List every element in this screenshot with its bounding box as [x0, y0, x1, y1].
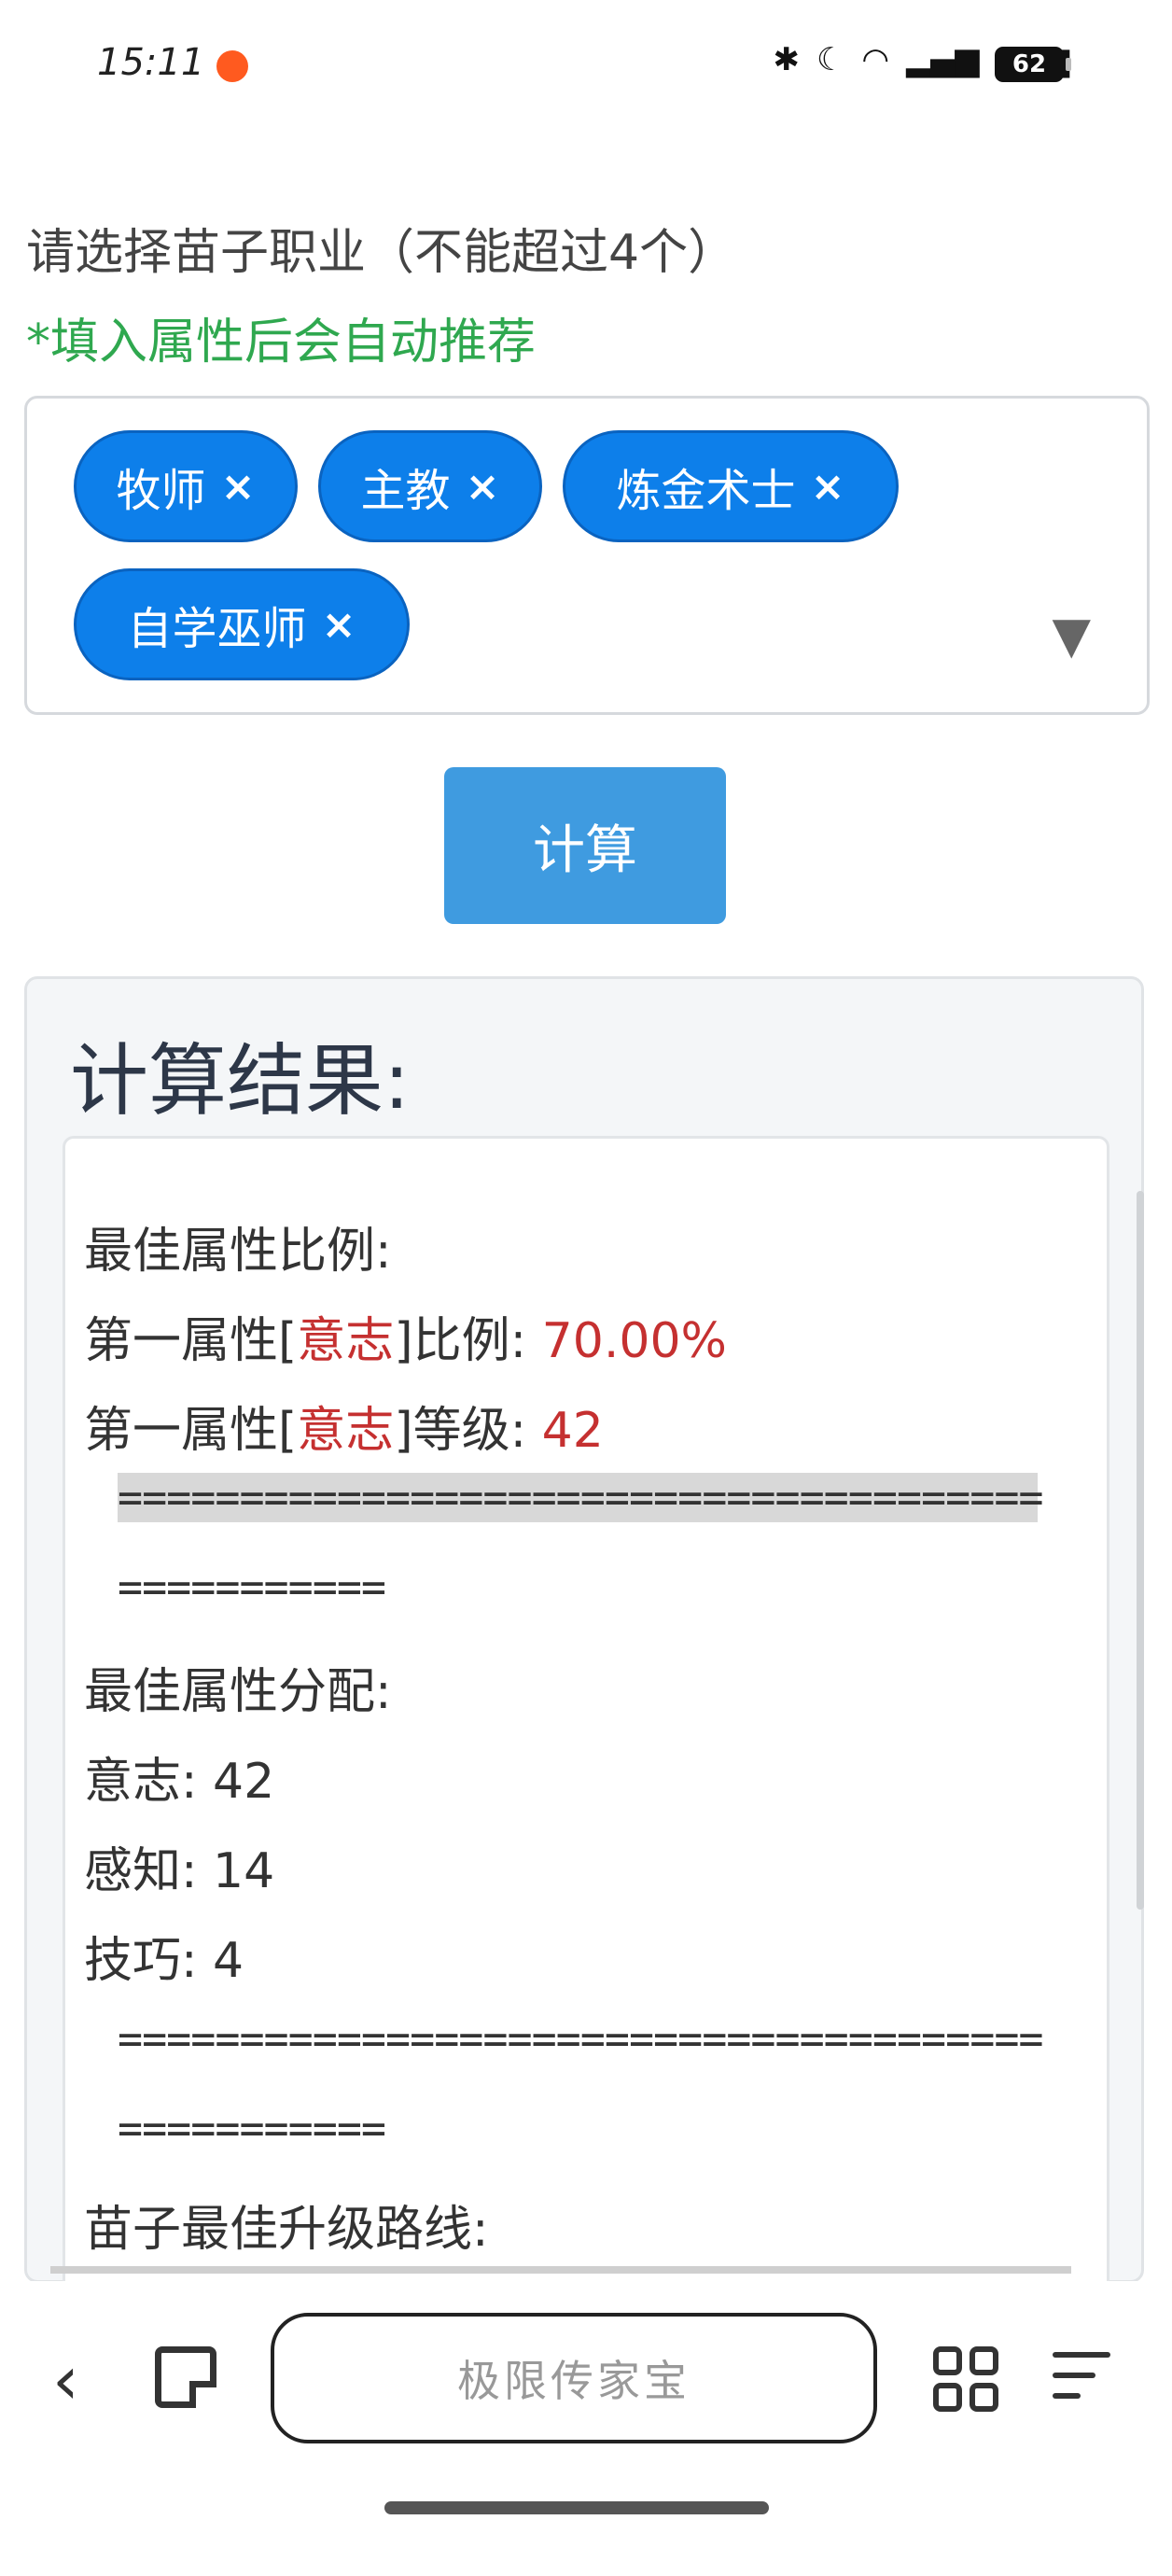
notification-app-icon — [216, 50, 248, 82]
separator-line: =========== — [118, 1562, 386, 1612]
tabs-icon[interactable] — [155, 2346, 216, 2408]
job-chip[interactable]: 牧师 × — [74, 430, 298, 542]
wifi-icon: ◠ — [861, 41, 890, 78]
best-ratio-label: 最佳属性比例: — [84, 1224, 392, 1280]
result-title: 计算结果: — [70, 1035, 411, 1127]
remove-chip-icon[interactable]: × — [466, 463, 500, 511]
job-chip-label: 炼金术士 — [616, 465, 796, 517]
home-indicator[interactable] — [384, 2501, 769, 2514]
remove-chip-icon[interactable]: × — [811, 463, 845, 511]
job-chip-label: 主教 — [360, 465, 451, 517]
auto-recommend-hint: *填入属性后会自动推荐 — [26, 315, 537, 371]
bluetooth-icon: ✱ — [773, 41, 800, 78]
primary-ratio-line: 第一属性[意志]比例: 70.00% — [84, 1313, 727, 1369]
remove-chip-icon[interactable]: × — [322, 601, 356, 649]
primary-attr-name: 意志 — [297, 1313, 395, 1369]
job-chip[interactable]: 主教 × — [318, 430, 542, 542]
primary-level-line: 第一属性[意志]等级: 42 — [84, 1403, 604, 1459]
separator-line: ====================================== — [118, 1473, 1044, 1522]
job-multiselect[interactable]: 牧师 × 主教 × 炼金术士 × 自学巫师 × ▼ — [24, 396, 1150, 715]
status-bar: 15:11 ✱ ☾ ◠ ▂▄▆ ▂▄▆ 62 — [0, 0, 1172, 131]
separator-line: ====================================== — [118, 2014, 1044, 2064]
back-icon[interactable]: ‹ — [52, 2341, 79, 2419]
best-alloc-label: 最佳属性分配: — [84, 1664, 392, 1720]
scrollbar[interactable] — [1137, 1191, 1144, 1910]
upgrade-route-label: 苗子最佳升级路线: — [84, 2202, 489, 2258]
alloc-item: 技巧: 4 — [84, 1933, 244, 1989]
alloc-item: 意志: 42 — [84, 1754, 275, 1810]
apps-grid-icon[interactable] — [933, 2346, 998, 2412]
primary-ratio-value: 70.00% — [541, 1313, 727, 1369]
job-chip[interactable]: 炼金术士 × — [563, 430, 899, 542]
primary-level-value: 42 — [541, 1403, 604, 1459]
address-bar[interactable]: 极限传家宝 — [271, 2313, 877, 2443]
signal-5g-icon: ▂▄▆ — [906, 41, 980, 78]
job-select-heading: 请选择苗子职业（不能超过4个） — [26, 225, 737, 281]
status-time: 15:11 — [97, 41, 205, 84]
remove-chip-icon[interactable]: × — [221, 463, 256, 511]
menu-icon[interactable] — [1053, 2352, 1110, 2414]
horizontal-scrollbar — [50, 2266, 1071, 2274]
dropdown-arrow-icon[interactable]: ▼ — [1052, 606, 1091, 665]
battery-icon: 62 — [995, 47, 1071, 82]
job-chip[interactable]: 自学巫师 × — [74, 568, 410, 680]
separator-line: =========== — [118, 2104, 386, 2153]
moon-icon: ☾ — [816, 41, 845, 78]
result-card: 计算结果: — [24, 976, 1144, 2349]
calculate-button[interactable]: 计算 — [444, 767, 726, 924]
alloc-item: 感知: 14 — [84, 1843, 275, 1899]
job-chip-label: 自学巫师 — [127, 603, 307, 655]
primary-attr-name: 意志 — [297, 1403, 395, 1459]
browser-bottom-bar: ‹ 极限传家宝 — [0, 2281, 1172, 2576]
job-chip-label: 牧师 — [116, 465, 206, 517]
